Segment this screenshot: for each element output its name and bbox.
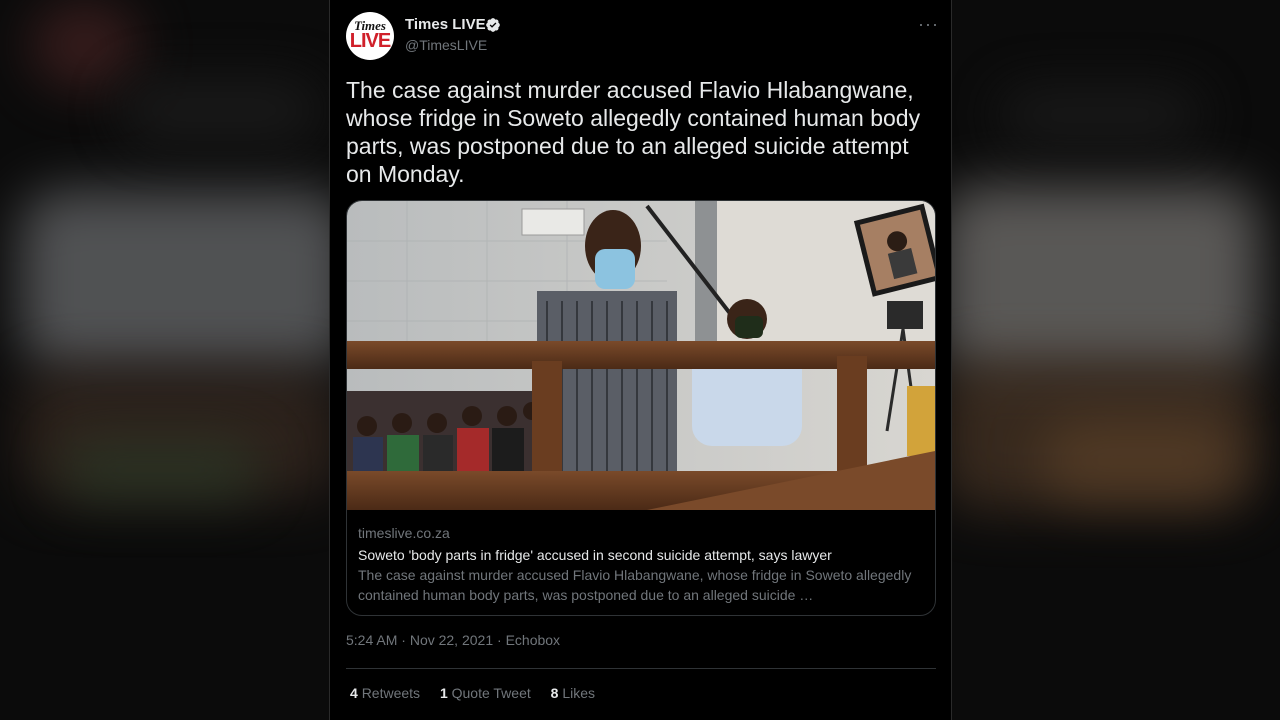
likes-label: Likes [562,685,596,701]
tweet-date[interactable]: Nov 22, 2021 [410,632,493,648]
handle[interactable]: @TimesLIVE [405,37,487,53]
quotes-count: 1 [439,685,448,701]
quotes-stat[interactable]: 1 Quote Tweet [440,685,531,701]
retweets-count: 4 [350,685,358,701]
tweet-meta: 5:24 AM · Nov 22, 2021 · Echobox [346,632,560,648]
verified-badge-icon [486,18,500,32]
tweet-source[interactable]: Echobox [506,632,560,648]
engagement-stats: 4 Retweets 1 Quote Tweet 8 Likes [350,685,611,701]
link-domain: timeslive.co.za [358,525,450,541]
meta-separator: · [401,632,406,648]
avatar-text-bottom: LIVE [349,30,391,52]
quotes-label: Quote Tweet [451,685,531,701]
avatar[interactable]: Times LIVE [346,12,394,60]
meta-separator-2: · [497,632,502,648]
courtroom-photo [347,201,935,510]
link-preview-card[interactable]: timeslive.co.za Soweto 'body parts in fr… [346,200,936,616]
tweet-time[interactable]: 5:24 AM [346,632,397,648]
display-name[interactable]: Times LIVE [405,16,486,33]
link-headline: Soweto 'body parts in fridge' accused in… [358,547,832,563]
retweets-label: Retweets [361,685,421,701]
tweet-card: Times LIVE Times LIVE @TimesLIVE ··· The… [329,0,952,720]
more-icon[interactable]: ··· [918,14,939,35]
divider [346,668,936,669]
tweet-text: The case against murder accused Flavio H… [346,77,921,187]
likes-stat[interactable]: 8 Likes [551,685,595,701]
likes-count: 8 [550,685,559,701]
retweets-stat[interactable]: 4 Retweets [350,685,420,701]
link-description: The case against murder accused Flavio H… [358,567,912,603]
